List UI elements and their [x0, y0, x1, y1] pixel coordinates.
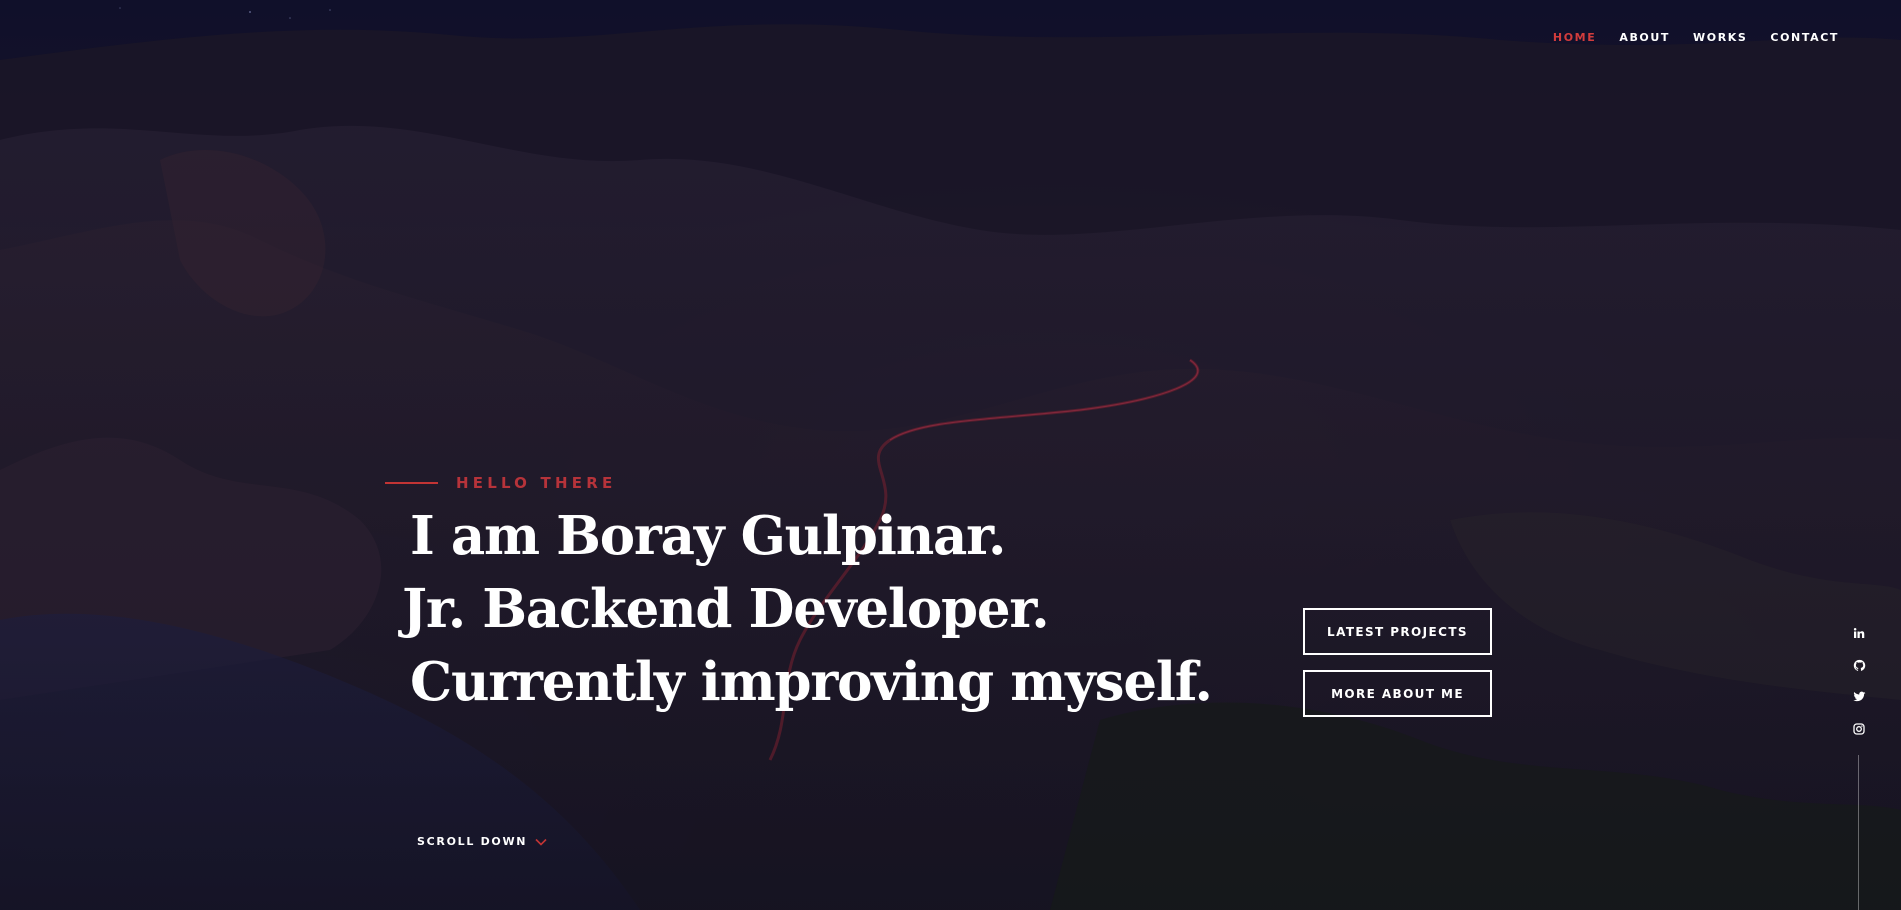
- nav-home[interactable]: HOME: [1553, 31, 1596, 44]
- headline-line-name: I am Boray Gulpinar.: [410, 505, 1006, 567]
- social-divider-line: [1858, 755, 1859, 910]
- intro-divider: [385, 482, 438, 484]
- main-nav: HOME ABOUT WORKS CONTACT: [1530, 31, 1839, 44]
- hero-headline: I am Boray Gulpinar. Jr. Backend Develop…: [402, 500, 1213, 719]
- linkedin-icon[interactable]: [1851, 625, 1867, 641]
- social-links: [1850, 625, 1868, 753]
- chevron-down-icon: [535, 836, 547, 848]
- latest-projects-button[interactable]: LATEST PROJECTS: [1303, 608, 1492, 655]
- scroll-down-label: SCROLL DOWN: [417, 835, 528, 848]
- more-about-me-button[interactable]: MORE ABOUT ME: [1303, 670, 1492, 717]
- headline-line-role: Jr. Backend Developer.: [402, 578, 1050, 640]
- github-icon[interactable]: [1851, 657, 1867, 673]
- intro-heading: HELLO THERE: [385, 474, 616, 492]
- twitter-icon[interactable]: [1851, 689, 1867, 705]
- nav-works[interactable]: WORKS: [1693, 31, 1747, 44]
- headline-line-status: Currently improving myself.: [410, 651, 1213, 713]
- nav-about[interactable]: ABOUT: [1619, 31, 1670, 44]
- intro-text: HELLO THERE: [456, 474, 617, 492]
- mountain-background-image: [0, 7, 1901, 910]
- instagram-icon[interactable]: [1851, 721, 1867, 737]
- nav-contact[interactable]: CONTACT: [1770, 31, 1839, 44]
- hero-section: HOME ABOUT WORKS CONTACT HELLO THERE I a…: [0, 0, 1901, 910]
- scroll-down-link[interactable]: SCROLL DOWN: [417, 835, 547, 848]
